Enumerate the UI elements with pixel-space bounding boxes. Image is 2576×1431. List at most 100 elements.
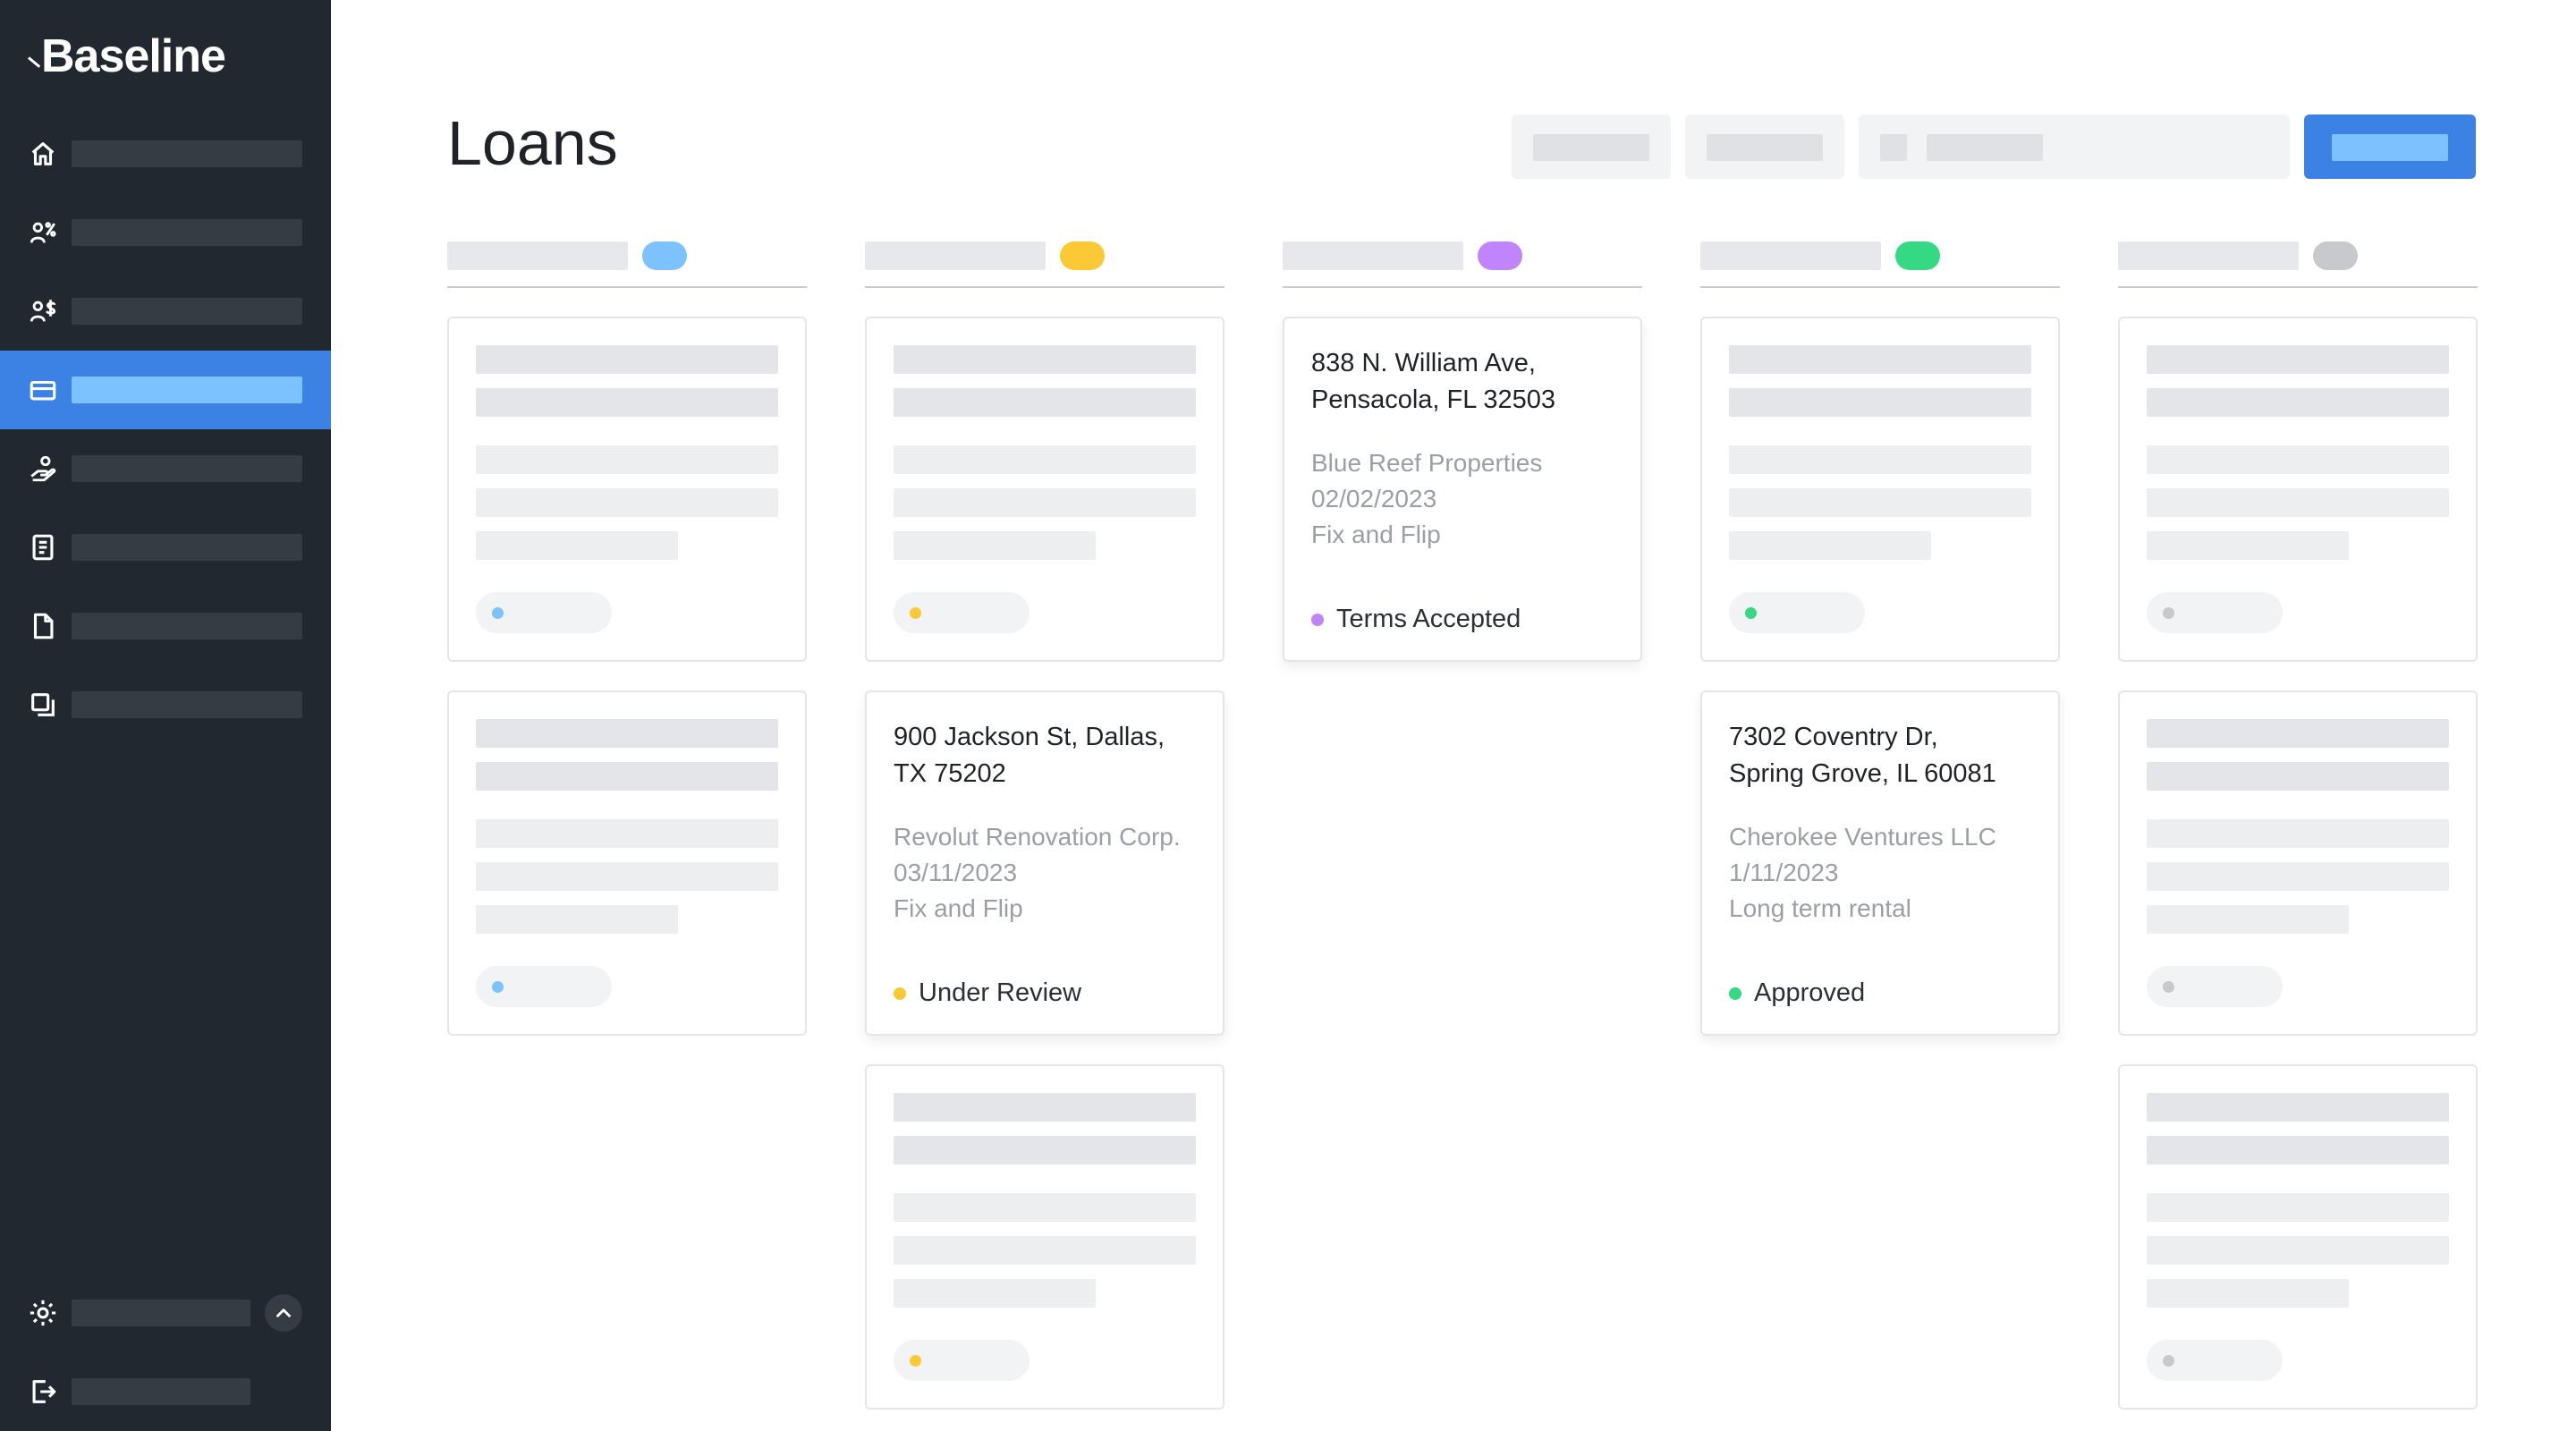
status-dot [910, 607, 921, 619]
gear-icon [27, 1297, 59, 1329]
people-dollar-icon [27, 295, 59, 327]
loan-card-placeholder[interactable] [865, 317, 1224, 662]
skeleton-line [476, 862, 778, 891]
skeleton-line [894, 445, 1196, 474]
loan-address-line2: TX 75202 [894, 759, 1006, 788]
loan-address-line1: 838 N. William Ave, [1311, 349, 1536, 377]
loan-address-line1: 7302 Coventry Dr, [1729, 723, 1938, 751]
toolbar-button-1[interactable] [1512, 114, 1671, 179]
skeleton-line [894, 1193, 1196, 1222]
skeleton-line [2147, 862, 2449, 891]
skeleton-status-pill [1729, 592, 1865, 633]
skeleton-line [476, 762, 778, 791]
column-title-placeholder [865, 241, 1046, 270]
column-header [865, 240, 1224, 288]
sidebar-item-applications[interactable] [0, 508, 331, 587]
sidebar-item-label-placeholder [72, 140, 302, 167]
skeleton-line [2147, 1279, 2349, 1308]
loan-card[interactable]: 900 Jackson St, Dallas, TX 75202 Revolut R… [865, 690, 1224, 1036]
brand-logo[interactable]: Baseline [27, 25, 226, 88]
loan-card-placeholder[interactable] [447, 690, 807, 1036]
column-title-placeholder [2118, 241, 2299, 270]
skeleton-line [894, 488, 1196, 517]
collapse-button[interactable] [265, 1294, 302, 1332]
sidebar-item-settings[interactable] [0, 1274, 331, 1352]
skeleton-line [894, 1093, 1196, 1122]
loan-details: Blue Reef Properties 02/02/2023 Fix and Fl… [1311, 445, 1620, 553]
status-dot [1729, 986, 1741, 1000]
sidebar-item-home[interactable] [0, 114, 331, 193]
skeleton-line [476, 531, 678, 560]
sidebar-item-templates[interactable] [0, 665, 331, 744]
loan-card-placeholder[interactable] [2118, 1064, 2478, 1410]
status-dot [492, 607, 504, 619]
loan-card-placeholder[interactable] [2118, 317, 2478, 662]
loan-card[interactable]: 838 N. William Ave, Pensacola, FL 32503 Bl… [1283, 317, 1642, 662]
skeleton-line [894, 1279, 1096, 1308]
skeleton-line [476, 445, 778, 474]
people-percent-icon [27, 216, 59, 249]
skeleton-status-pill [2147, 1340, 2283, 1381]
sidebar-item-label-placeholder [72, 455, 302, 482]
status-dot [2163, 607, 2174, 619]
sidebar-item-lenders[interactable] [0, 272, 331, 351]
sidebar-item-logout[interactable] [0, 1352, 331, 1431]
sidebar-item-borrowers[interactable] [0, 193, 331, 272]
loan-address: 838 N. William Ave, Pensacola, FL 32503 [1311, 345, 1620, 419]
status-dot [492, 981, 504, 993]
status-dot [2163, 1355, 2174, 1367]
home-icon [27, 138, 59, 170]
column-header [1700, 240, 2060, 288]
sidebar-item-label-placeholder [72, 691, 302, 718]
hand-person-icon [27, 453, 59, 485]
skeleton-line [2147, 1136, 2449, 1164]
column-count-badge [1895, 241, 1940, 270]
sidebar-item-loans[interactable] [0, 351, 331, 429]
primary-action-button[interactable] [2304, 114, 2476, 179]
sidebar: Baseline [0, 0, 331, 1431]
loan-details: Cherokee Ventures LLC 1/11/2023 Long term … [1729, 819, 2038, 927]
sidebar-item-contacts[interactable] [0, 429, 331, 508]
loan-address-line2: Spring Grove, IL 60081 [1729, 759, 1996, 788]
loan-card-placeholder[interactable] [865, 1064, 1224, 1410]
brand-name: Baseline [41, 30, 226, 82]
skeleton-line [2147, 719, 2449, 748]
skeleton-line [476, 905, 678, 934]
skeleton-line [2147, 445, 2449, 474]
loan-address: 7302 Coventry Dr, Spring Grove, IL 60081 [1729, 719, 2038, 792]
loan-card-placeholder[interactable] [447, 317, 807, 662]
skeleton-line [1729, 388, 2031, 417]
search-icon [1880, 134, 1907, 161]
loan-date: 03/11/2023 [894, 859, 1018, 886]
chevron-up-icon [276, 1308, 291, 1317]
skeleton-status-pill [894, 592, 1030, 633]
search-input[interactable] [1859, 114, 2290, 179]
status-dot [1745, 607, 1757, 619]
skeleton-line [1729, 345, 2031, 374]
loan-card-placeholder[interactable] [2118, 690, 2478, 1036]
copy-icon [27, 689, 59, 721]
loan-card[interactable]: 7302 Coventry Dr, Spring Grove, IL 60081 C… [1700, 690, 2060, 1036]
column-title-placeholder [1700, 241, 1881, 270]
skeleton-line [2147, 531, 2349, 560]
sidebar-item-documents[interactable] [0, 587, 331, 665]
clipboard-icon [27, 531, 59, 563]
column-header [1283, 240, 1642, 288]
loan-type: Fix and Flip [1311, 521, 1441, 548]
skeleton-line [894, 1236, 1196, 1265]
page-title: Loans [447, 108, 618, 178]
loan-company: Blue Reef Properties [1311, 449, 1543, 477]
column-title-placeholder [1283, 241, 1463, 270]
sidebar-item-label-placeholder [72, 298, 302, 325]
toolbar-button-2[interactable] [1685, 114, 1844, 179]
sidebar-item-label-placeholder [72, 534, 302, 561]
column-count-badge [1060, 241, 1105, 270]
column-count-badge [1478, 241, 1522, 270]
loan-card-placeholder[interactable] [1700, 317, 2060, 662]
sidebar-item-label-placeholder [72, 1378, 250, 1405]
skeleton-line [894, 388, 1196, 417]
logout-icon [27, 1376, 59, 1408]
skeleton-status-pill [894, 1340, 1030, 1381]
skeleton-line [2147, 1093, 2449, 1122]
column-title-placeholder [447, 241, 628, 270]
